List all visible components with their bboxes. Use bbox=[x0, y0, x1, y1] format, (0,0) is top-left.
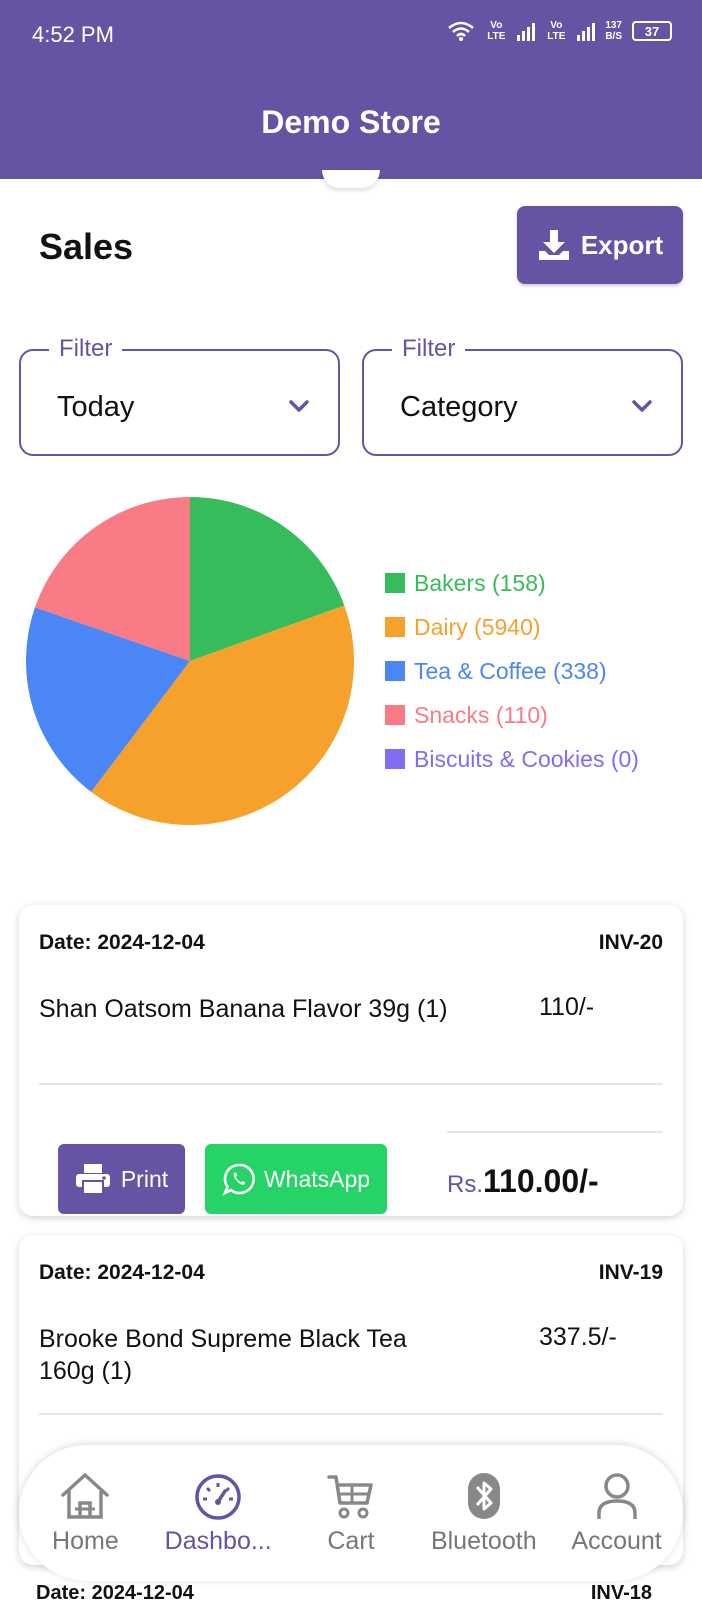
nav-label: Dashbo... bbox=[164, 1526, 272, 1555]
legend-label: Biscuits & Cookies (0) bbox=[414, 745, 639, 772]
filter-legend: Filter bbox=[49, 335, 123, 363]
legend-item: Biscuits & Cookies (0) bbox=[385, 737, 639, 781]
download-icon bbox=[538, 230, 569, 260]
battery-icon: 37 bbox=[632, 21, 672, 41]
print-label: Print bbox=[120, 1165, 169, 1192]
divider bbox=[39, 1413, 663, 1415]
invoice-date: Date: 2024-12-04 bbox=[39, 1261, 205, 1284]
nav-label: Cart bbox=[327, 1526, 375, 1555]
net-speed: 137 B/S bbox=[605, 20, 622, 42]
divider bbox=[39, 1083, 663, 1085]
nav-label: Bluetooth bbox=[430, 1526, 537, 1555]
nav-cart[interactable]: Cart bbox=[285, 1471, 417, 1556]
account-icon bbox=[596, 1472, 637, 1519]
status-time: 4:52 PM bbox=[32, 22, 114, 47]
invoice-date: Date: 2024-12-04 bbox=[39, 931, 205, 954]
invoice-item-price: 110/- bbox=[539, 993, 595, 1021]
print-button[interactable]: Print bbox=[58, 1144, 185, 1214]
export-button[interactable]: Export bbox=[517, 206, 683, 284]
invoice-total: Rs.110.00/- bbox=[447, 1163, 599, 1200]
chart-legend: Bakers (158) Dairy (5940) Tea & Coffee (33… bbox=[385, 561, 639, 781]
pull-handle bbox=[322, 170, 380, 188]
legend-label: Dairy (5940) bbox=[414, 613, 541, 640]
chevron-down-icon bbox=[632, 400, 652, 412]
invoice-number: INV-19 bbox=[598, 1261, 663, 1284]
date-filter-dropdown[interactable]: Filter Today bbox=[19, 335, 340, 456]
filter-value: Category bbox=[400, 391, 518, 423]
legend-item: Tea & Coffee (338) bbox=[385, 649, 639, 693]
nav-account[interactable]: Account bbox=[551, 1471, 683, 1556]
legend-item: Bakers (158) bbox=[385, 561, 639, 605]
invoice-item-name: Shan Oatsom Banana Flavor 39g (1) bbox=[39, 995, 448, 1023]
page-title: Sales bbox=[39, 226, 134, 267]
home-icon bbox=[61, 1472, 110, 1519]
invoice-item-price: 337.5/- bbox=[539, 1323, 617, 1351]
bluetooth-icon bbox=[467, 1472, 500, 1519]
invoice-number: INV-20 bbox=[598, 931, 663, 954]
divider bbox=[447, 1131, 663, 1133]
status-icons: Vo LTE Vo LTE 137 B/S 37 bbox=[447, 20, 672, 42]
total-amount: 110.00/- bbox=[483, 1163, 599, 1199]
invoice-card: Date: 2024-12-04 INV-20 Shan Oatsom Bana… bbox=[19, 905, 683, 1216]
nav-dashboard[interactable]: Dashbo... bbox=[152, 1471, 284, 1556]
wifi-icon bbox=[448, 21, 475, 41]
legend-item: Dairy (5940) bbox=[385, 605, 639, 649]
legend-item: Snacks (110) bbox=[385, 693, 639, 737]
sales-pie-chart bbox=[26, 497, 354, 825]
export-label: Export bbox=[580, 229, 664, 260]
nav-bluetooth[interactable]: Bluetooth bbox=[418, 1471, 550, 1556]
bottom-navigation: Home Dashbo... Cart Bluetooth Account bbox=[19, 1445, 683, 1581]
cart-icon bbox=[327, 1474, 373, 1518]
legend-swatch bbox=[385, 749, 405, 769]
app-title: Demo Store bbox=[261, 104, 441, 140]
whatsapp-label: WhatsApp bbox=[263, 1165, 371, 1192]
signal-icon bbox=[517, 23, 536, 41]
filter-legend: Filter bbox=[392, 335, 466, 363]
whatsapp-icon bbox=[222, 1163, 255, 1196]
legend-swatch bbox=[385, 661, 405, 681]
chevron-down-icon bbox=[289, 400, 309, 412]
app-bar: 4:52 PM Vo LTE Vo LTE 137 B/S 37 Demo St… bbox=[0, 0, 702, 179]
legend-label: Tea & Coffee (338) bbox=[414, 657, 607, 684]
signal-icon-2 bbox=[577, 23, 596, 41]
printer-icon bbox=[75, 1164, 110, 1195]
whatsapp-button[interactable]: WhatsApp bbox=[205, 1144, 387, 1214]
dashboard-gauge-icon bbox=[195, 1473, 241, 1520]
legend-swatch bbox=[385, 573, 405, 593]
nav-label: Home bbox=[52, 1526, 119, 1555]
invoice-number: INV-18 bbox=[590, 1582, 652, 1600]
sim1-label: Vo LTE bbox=[487, 20, 506, 42]
legend-swatch bbox=[385, 705, 405, 725]
legend-swatch bbox=[385, 617, 405, 637]
legend-label: Bakers (158) bbox=[414, 569, 546, 596]
sim2-label: Vo LTE bbox=[547, 20, 566, 42]
category-filter-dropdown[interactable]: Filter Category bbox=[362, 335, 683, 456]
invoice-date: Date: 2024-12-04 bbox=[36, 1582, 194, 1600]
invoice-item-name: Brooke Bond Supreme Black Tea 160g (1) bbox=[39, 1325, 407, 1385]
filter-value: Today bbox=[57, 391, 135, 423]
nav-label: Account bbox=[571, 1526, 662, 1555]
currency-label: Rs. bbox=[447, 1171, 483, 1198]
nav-home[interactable]: Home bbox=[19, 1471, 151, 1556]
legend-label: Snacks (110) bbox=[414, 701, 548, 728]
